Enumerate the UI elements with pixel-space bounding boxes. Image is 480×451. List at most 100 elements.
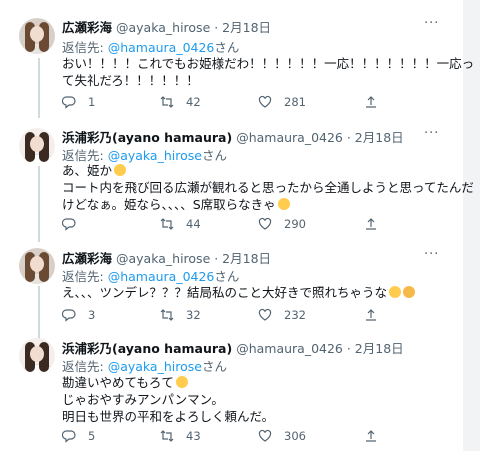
tweet[interactable]: 浜浦彩乃(ayano hamaura) @hamaura_0426 · 2月18… [0,120,474,240]
mention-link[interactable]: @ayaka_hirose [108,148,202,163]
author-name[interactable]: 広瀬彩海 [62,20,112,35]
reply-suffix: さん [214,269,240,284]
heart-icon [258,95,272,108]
retweet-button[interactable]: 43 [160,428,201,444]
tweet-header: 広瀬彩海 @ayaka_hirose · 2月18日 [62,248,271,267]
share-button[interactable] [364,428,378,444]
like-button[interactable]: 232 [258,307,306,323]
action-bar: 44 290 [62,216,392,232]
tweet-text: 勘違いやめてもろて じゃおやすみアンパンマン。 明日も世界の平和をよろしく頼んだ… [62,374,274,425]
tweet-text-line: おい！！！！これでもお姫様だわ！！！！！！一応！！！！！！！一応っ [62,56,475,71]
tweet[interactable]: 広瀬彩海 @ayaka_hirose · 2月18日 ··· 返信先: @ham… [0,240,463,332]
retweet-count: 32 [186,308,201,322]
avatar[interactable] [19,18,55,54]
avatar[interactable] [19,338,55,374]
reply-button[interactable]: 5 [62,428,95,444]
reply-suffix: さん [201,359,227,374]
more-icon[interactable]: ··· [424,16,439,31]
author-handle[interactable]: @ayaka_hirose · 2月18日 [116,20,271,35]
more-icon[interactable]: ··· [424,126,439,141]
reply-prefix: 返信先: [62,148,108,163]
tweet[interactable]: 広瀬彩海 @ayaka_hirose · 2月18日 ··· 返信先: @ham… [0,0,474,120]
tweet-header: 浜浦彩乃(ayano hamaura) @hamaura_0426 · 2月18… [62,127,404,146]
author-name[interactable]: 浜浦彩乃(ayano hamaura) [62,130,232,145]
author-handle[interactable]: @hamaura_0426 · 2月18日 [236,130,403,145]
author-handle[interactable]: @ayaka_hirose · 2月18日 [116,251,271,266]
reply-button[interactable]: 1 [62,94,95,110]
share-icon [366,96,376,108]
author-name[interactable]: 浜浦彩乃(ayano hamaura) [62,341,232,356]
reply-suffix: さん [201,148,227,163]
tweet-text-line: じゃおやすみアンパンマン。 [62,392,224,407]
tweet-header: 広瀬彩海 @ayaka_hirose · 2月18日 [62,17,271,36]
reply-to: 返信先: @hamaura_0426さん [62,37,239,56]
share-button[interactable] [364,94,378,110]
reply-count: 3 [88,308,96,322]
mention-link[interactable]: @hamaura_0426 [108,269,215,284]
like-button[interactable]: 281 [258,94,306,110]
reply-button[interactable]: 3 [62,307,95,323]
tweet[interactable]: 浜浦彩乃(ayano hamaura) @hamaura_0426 · 2月18… [0,332,463,451]
reply-prefix: 返信先: [62,269,108,284]
author-handle[interactable]: @hamaura_0426 · 2月18日 [236,341,403,356]
action-bar: 5 43 306 [62,428,392,444]
heart-icon [258,308,272,321]
astonished-emoji-icon [114,164,127,176]
reply-to: 返信先: @ayaka_hiroseさん [62,356,227,375]
retweet-button[interactable]: 44 [160,216,201,232]
like-count: 306 [284,429,306,443]
retweet-count: 42 [186,95,201,109]
reply-prefix: 返信先: [62,359,108,374]
tweet-text: え、、、ツンデレ？？？結局私のこと大好きで照れちゃうな [62,284,416,301]
more-icon[interactable]: ··· [424,247,439,262]
wink-emoji-icon [389,286,402,298]
retweet-button[interactable]: 42 [160,94,201,110]
retweet-button[interactable]: 32 [160,307,201,323]
tweet-text-line: けどなぁ。姫なら、、、、S席取らなきゃ [62,197,276,212]
avatar[interactable] [19,248,55,284]
retweet-icon [160,218,174,230]
tweet-header: 浜浦彩乃(ayano hamaura) @hamaura_0426 · 2月18… [62,338,404,357]
retweet-icon [160,309,174,321]
reply-count: 5 [88,429,96,443]
reply-suffix: さん [214,40,240,55]
share-icon [366,430,376,442]
share-button[interactable] [364,216,378,232]
reply-count: 1 [88,95,96,109]
kiss-emoji-icon [403,286,416,298]
retweet-count: 43 [186,429,201,443]
smile-emoji-icon [175,376,188,388]
tweet-text-line: 勘違いやめてもろて [62,375,174,390]
reply-icon [62,218,76,231]
share-button[interactable] [364,307,378,323]
mention-link[interactable]: @ayaka_hirose [108,359,202,374]
like-count: 281 [284,95,306,109]
author-name[interactable]: 広瀬彩海 [62,251,112,266]
like-button[interactable]: 290 [258,216,306,232]
avatar[interactable] [19,128,55,164]
retweet-count: 44 [186,217,201,231]
retweet-icon [160,96,174,108]
reply-icon [62,309,76,322]
mention-link[interactable]: @hamaura_0426 [108,40,215,55]
tweet-text-line: て失礼だろ！！！！！！ [62,73,199,88]
heart-icon [258,429,272,442]
reply-icon [62,430,76,443]
action-bar: 3 32 232 [62,307,392,323]
tweet-text-line: え、、、ツンデレ？？？結局私のこと大好きで照れちゃうな [62,285,388,300]
tweet-text-line: あ、姫か [62,163,113,178]
reply-button[interactable] [62,216,88,232]
tweet-text-line: 明日も世界の平和をよろしく頼んだ。 [62,409,275,424]
share-icon [366,218,376,230]
like-count: 290 [284,217,306,231]
like-count: 232 [284,308,306,322]
like-button[interactable]: 306 [258,428,306,444]
tweet-text: おい！！！！これでもお姫様だわ！！！！！！一応！！！！！！！一応っ て失礼だろ！… [62,55,474,89]
share-icon [366,309,376,321]
reply-icon [62,96,76,109]
reply-to: 返信先: @hamaura_0426さん [62,266,239,285]
action-bar: 1 42 281 [62,94,392,110]
grinning-emoji-icon [277,198,290,210]
tweet-text-line: コート内を飛び回る広瀬が観れると思ったから全通しようと思ってたんだ [62,180,474,195]
reply-prefix: 返信先: [62,40,108,55]
